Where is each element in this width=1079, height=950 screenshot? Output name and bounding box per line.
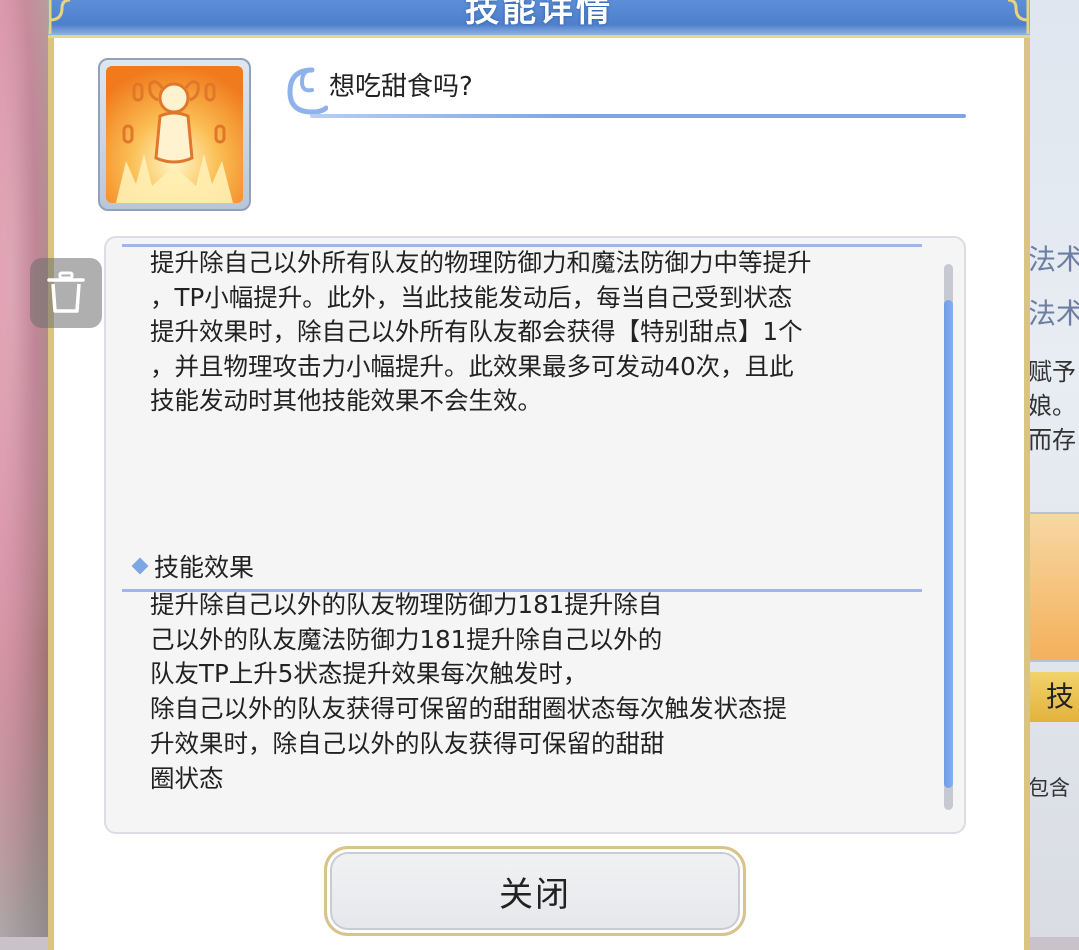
trash-icon <box>47 271 85 313</box>
background-right-label: 技 <box>1028 672 1079 722</box>
diamond-bullet-icon <box>131 557 149 575</box>
background-right-label: 赋予 <box>1028 358 1076 386</box>
skill-icon-frame <box>98 58 251 211</box>
skill-name: 想吃甜食吗? <box>329 72 473 102</box>
effect-heading-label: 技能效果 <box>154 553 255 582</box>
background-right-label: 而存 <box>1028 426 1076 454</box>
effect-line: 升效果时，除自己以外的队友获得可保留的甜甜 <box>150 728 665 758</box>
background-skill-thumbnail <box>1028 512 1079 662</box>
skill-description: 提升除自己以外所有队友的物理防御力和魔法防御力中等提升 ，TP小幅提升。此外，当… <box>150 248 812 415</box>
swirl-ornament-icon <box>287 67 328 115</box>
dialog-header: 技能详情 <box>48 0 1030 38</box>
effect-line: 除自己以外的队友获得可保留的甜甜圈状态每次触发状态提 <box>150 694 787 724</box>
background-right-label: 法术 <box>1028 297 1079 330</box>
skill-description-panel[interactable]: 提升除自己以外所有队友的物理防御力和魔法防御力中等提升 ，TP小幅提升。此外，当… <box>104 236 966 834</box>
trash-button[interactable] <box>30 258 102 328</box>
effect-list: 提升除自己以外的队友物理防御力181提升除自 己以外的队友魔法防御力181提升除… <box>150 588 910 796</box>
corner-ornament-icon <box>48 0 71 34</box>
effect-line: 圈状态 <box>150 763 224 793</box>
close-button[interactable]: 关闭 <box>324 846 746 936</box>
corner-ornament-icon <box>1007 0 1030 34</box>
skill-name-underline <box>310 114 966 118</box>
effect-line: 己以外的队友魔法防御力181提升除自己以外的 <box>150 624 663 654</box>
close-button-label: 关闭 <box>499 874 571 915</box>
effect-line: 提升除自己以外的队友物理防御力181提升除自 <box>150 590 663 619</box>
effect-heading: 技能效果 <box>130 548 254 584</box>
skill-buff-figure-icon <box>106 66 243 203</box>
background-right-label: 法术 <box>1028 243 1079 276</box>
scrollbar-thumb[interactable] <box>944 300 953 788</box>
background-right-label: 娘。 <box>1028 392 1076 420</box>
background-right-label: 包含 <box>1028 776 1070 800</box>
effect-line: 队友TP上升5状态提升效果每次触发时， <box>150 659 588 689</box>
dialog-title: 技能详情 <box>465 0 613 30</box>
